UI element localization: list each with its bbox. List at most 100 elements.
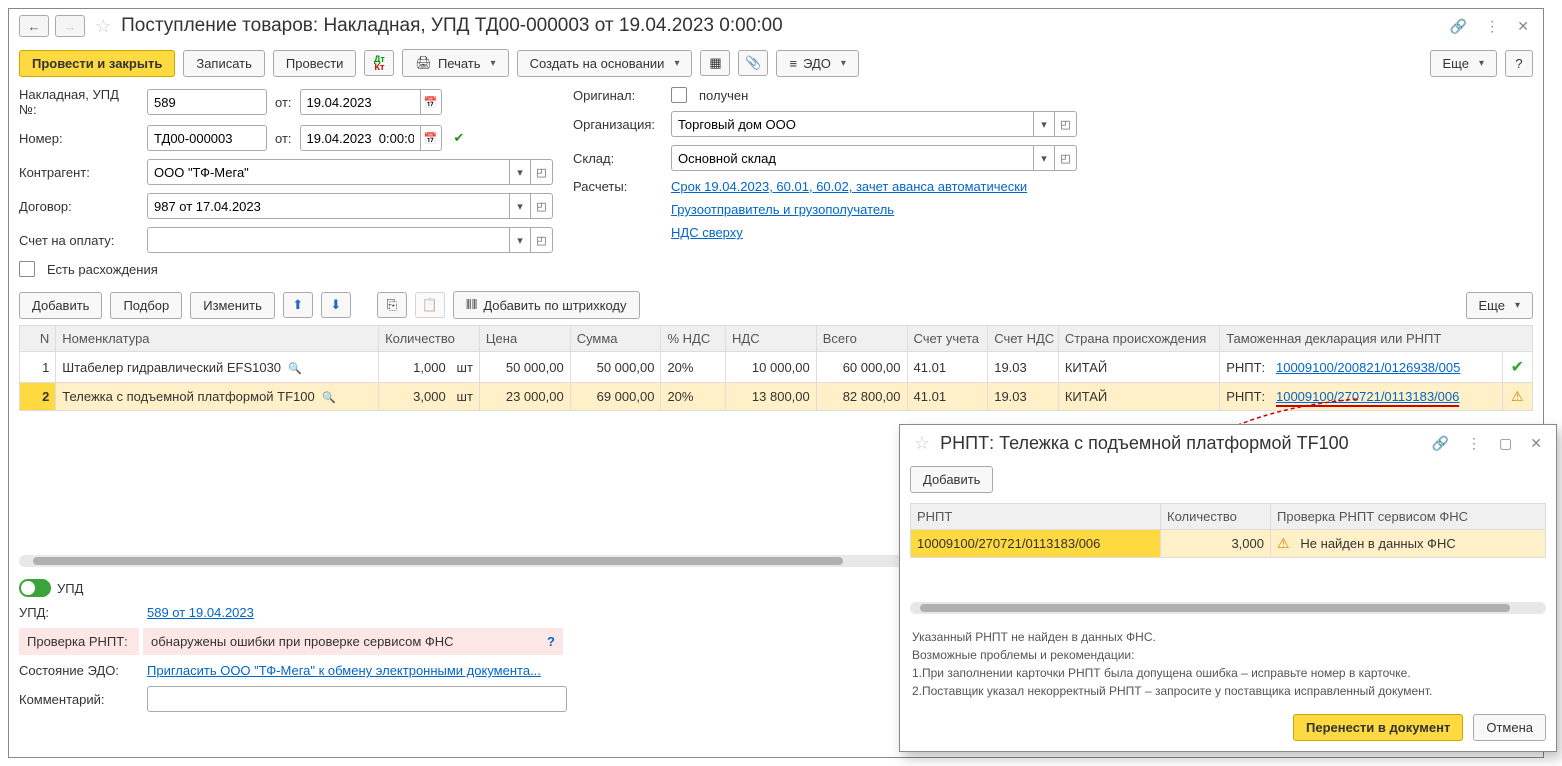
popup-table: РНПТ Количество Проверка РНПТ сервисом Ф… [910,503,1546,558]
org-label: Организация: [573,117,663,132]
invoice-date-input[interactable] [300,89,420,115]
edo-button[interactable]: ≡ ЭДО [776,50,858,77]
link-icon[interactable]: 🔗 [1446,16,1471,37]
received-checkbox[interactable] [671,87,687,103]
popup-add-button[interactable]: Добавить [910,466,993,493]
transfer-button[interactable]: Перенести в документ [1293,714,1463,741]
lens-icon[interactable]: 🔍 [322,392,336,404]
attach-button[interactable]: 📎 [738,50,768,76]
number-input[interactable] [147,125,267,151]
rnpt-link[interactable]: 10009100/200821/0126938/005 [1276,360,1460,375]
move-down-button[interactable]: ⬇ [321,292,351,318]
pcol-check: Проверка РНПТ сервисом ФНС [1271,504,1546,530]
post-button[interactable]: Провести [273,50,357,77]
edo-state-label: Состояние ЭДО: [19,663,139,678]
comment-input[interactable] [147,686,567,712]
calc-link[interactable]: Срок 19.04.2023, 60.01, 60.02, зачет ава… [671,179,1027,194]
table-row[interactable]: 2Тележка с подъемной платформой TF100 🔍3… [20,383,1533,411]
popup-maximize-icon[interactable]: ▢ [1495,433,1516,454]
contract-dropdown[interactable]: ▾ [509,193,531,219]
post-and-close-button[interactable]: Провести и закрыть [19,50,175,77]
contract-open[interactable]: ◰ [531,193,553,219]
popup-table-row[interactable]: 10009100/270721/0113183/006 3,000 ⚠ Не н… [911,530,1546,558]
org-input[interactable] [671,111,1033,137]
contract-label: Договор: [19,199,139,214]
copy-button[interactable]: ⎘ [377,292,407,318]
move-up-button[interactable]: ⬆ [283,292,313,318]
title-actions: 🔗 ⋮ ✕ [1446,16,1533,37]
payinvoice-open[interactable]: ◰ [531,227,553,253]
nav-forward-button[interactable]: → [55,15,85,37]
popup-close-icon[interactable]: ✕ [1526,433,1546,454]
help-button[interactable]: ? [1505,50,1533,77]
warehouse-label: Склад: [573,151,663,166]
close-icon[interactable]: ✕ [1513,16,1533,37]
contract-input[interactable] [147,193,509,219]
structure-button[interactable]: ▦ [700,50,730,76]
edo-state-link[interactable]: Пригласить ООО "ТФ-Мега" к обмену электр… [147,663,541,678]
add-row-button[interactable]: Добавить [19,292,102,319]
upd-link[interactable]: 589 от 19.04.2023 [147,605,254,620]
add-by-barcode-button[interactable]: ⦀⦀ Добавить по штрихкоду [453,291,640,319]
more-button[interactable]: Еще [1430,50,1497,77]
print-button[interactable]: 🖨 Печать [402,49,508,77]
warning-icon: ⚠ [1511,388,1524,404]
warehouse-open[interactable]: ◰ [1055,145,1077,171]
popup-h-scrollbar[interactable] [910,602,1546,614]
col-qty: Количество [379,326,480,352]
kebab-icon[interactable]: ⋮ [1481,16,1503,37]
shipper-link[interactable]: Грузоотправитель и грузополучатель [671,202,894,217]
col-customs: Таможенная декларация или РНПТ [1220,326,1533,352]
pick-button[interactable]: Подбор [110,292,182,319]
org-dropdown[interactable]: ▾ [1033,111,1055,137]
number-date-input[interactable] [300,125,420,151]
popup-kebab-icon[interactable]: ⋮ [1463,433,1485,454]
payinvoice-input[interactable] [147,227,509,253]
rnpt-popup: ☆ РНПТ: Тележка с подъемной платформой T… [899,424,1557,752]
discrepancy-checkbox[interactable] [19,261,35,277]
vat-mode-link[interactable]: НДС сверху [671,225,743,240]
nav-back-button[interactable]: ← [19,15,49,37]
rnpt-check-alert: обнаружены ошибки при проверке сервисом … [143,628,563,655]
cancel-button[interactable]: Отмена [1473,714,1546,741]
calendar-icon-2[interactable]: 📅 [420,125,442,151]
popup-star-icon[interactable]: ☆ [914,433,930,454]
payinvoice-dropdown[interactable]: ▾ [509,227,531,253]
pcol-qty: Количество [1161,504,1271,530]
upd-toggle[interactable]: УПД [19,579,83,597]
main-toolbar: Провести и закрыть Записать Провести ДтК… [9,43,1543,83]
counterparty-input[interactable] [147,159,509,185]
warehouse-input[interactable] [671,145,1033,171]
upd-label: УПД: [19,605,139,620]
lens-icon[interactable]: 🔍 [288,363,302,375]
favorite-star-icon[interactable]: ☆ [95,16,111,37]
printer-icon: 🖨 [415,55,432,71]
popup-link-icon[interactable]: 🔗 [1428,433,1453,454]
table-toolbar: Добавить Подбор Изменить ⬆ ⬇ ⎘ 📋 ⦀⦀ Доба… [9,285,1543,325]
table-more-button[interactable]: Еще [1466,292,1533,319]
col-n: N [20,326,56,352]
create-based-on-button[interactable]: Создать на основании [517,50,693,77]
calendar-icon[interactable]: 📅 [420,89,442,115]
paste-button[interactable]: 📋 [415,292,445,318]
col-total: Всего [816,326,907,352]
edit-button[interactable]: Изменить [190,292,275,319]
prow-rnpt: 10009100/270721/0113183/006 [911,530,1161,558]
pcol-rnpt: РНПТ [911,504,1161,530]
counterparty-dropdown[interactable]: ▾ [509,159,531,185]
org-open[interactable]: ◰ [1055,111,1077,137]
table-header-row: N Номенклатура Количество Цена Сумма % Н… [20,326,1533,352]
warehouse-dropdown[interactable]: ▾ [1033,145,1055,171]
rnpt-link[interactable]: 10009100/270721/0113183/006 [1276,389,1459,407]
counterparty-open[interactable]: ◰ [531,159,553,185]
help-icon[interactable]: ? [547,634,555,649]
payinvoice-label: Счет на оплату: [19,233,139,248]
invoice-no-input[interactable] [147,89,267,115]
table-row[interactable]: 1Штабелер гидравлический EFS1030 🔍1,000 … [20,352,1533,383]
items-table: N Номенклатура Количество Цена Сумма % Н… [19,325,1533,411]
save-button[interactable]: Записать [183,50,265,77]
from-label-1: от: [275,95,292,110]
col-sum: Сумма [570,326,661,352]
col-price: Цена [479,326,570,352]
dt-kt-button[interactable]: ДтКт [364,50,394,76]
